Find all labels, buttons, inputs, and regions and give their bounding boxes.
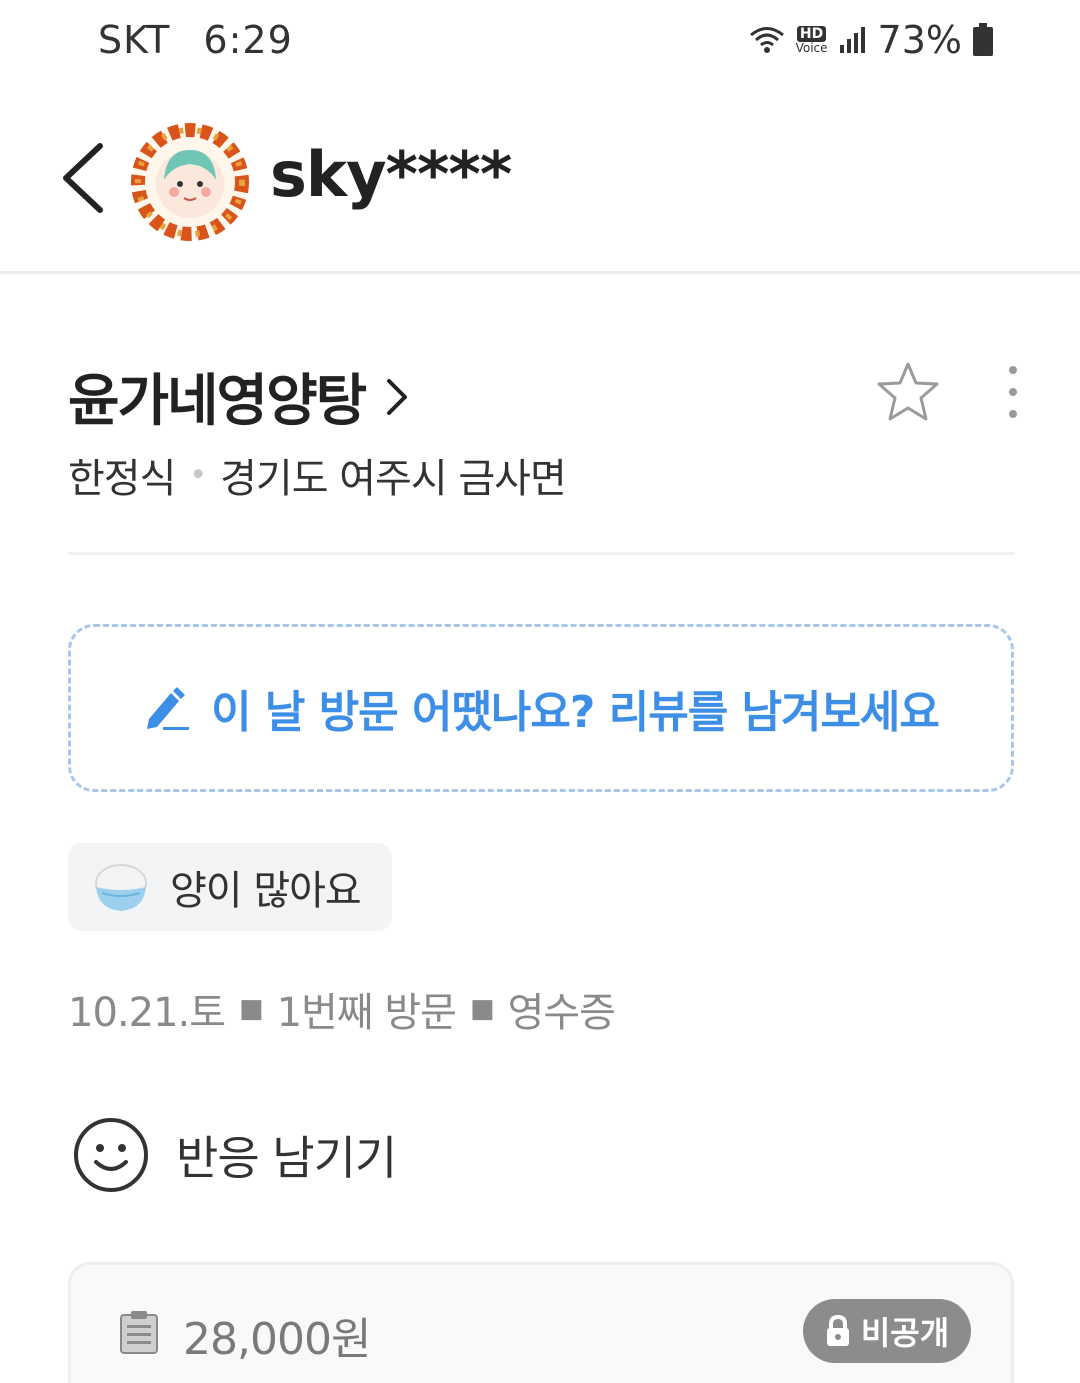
visit-proof: 영수증 [507,990,616,1036]
battery-icon [973,23,993,56]
restaurant-location: 경기도 여주시 금사면 [220,456,567,502]
smiley-icon [74,1118,148,1192]
restaurant-category: 한정식 [68,456,176,502]
chevron-right-icon [387,378,408,415]
reaction-button[interactable]: 반응 남기기 [72,1116,397,1194]
restaurant-name: 윤가네영양탕 [68,369,367,434]
battery-percent: 73% [877,18,962,62]
meta-separator: • [189,457,207,493]
restaurant-meta: 한정식 • 경기도 여주시 금사면 [68,446,567,504]
rice-bowl-icon [95,864,147,911]
meta-separator: ■ [469,994,495,1024]
hd-label: HD [796,26,827,42]
reaction-label: 반응 남기기 [176,1131,397,1185]
status-bar: SKT 6:29 HD Voice 73% [0,0,1080,86]
restaurant-title-link[interactable]: 윤가네영양탕 [68,356,411,437]
avatar[interactable] [128,120,252,244]
review-tag-chip: 양이 많아요 [68,843,392,931]
section-divider [68,552,1014,555]
back-button[interactable] [56,138,110,218]
receipt-price: 28,000원 [183,1314,371,1365]
status-right: HD Voice 73% [748,18,994,62]
voice-label: Voice [795,41,828,55]
wifi-icon [749,27,784,53]
review-prompt-text: 이 날 방문 어땠나요? 리뷰를 남겨보세요 [211,687,940,738]
tag-text: 양이 많아요 [170,868,362,914]
hd-voice-icon: HD Voice [796,26,828,54]
user-name: sky**** [270,138,512,211]
signal-icon [839,27,865,53]
visit-count: 1번째 방문 [276,990,457,1036]
app-header: sky**** [0,86,1080,274]
more-options-icon[interactable] [996,362,1030,422]
receipt-card: 28,000원 비공개 [68,1262,1014,1383]
clipboard-icon [120,1311,158,1354]
visibility-label: 비공개 [860,1314,950,1352]
visit-date: 10.21.토 [68,990,226,1036]
visibility-badge[interactable]: 비공개 [803,1299,971,1363]
write-review-button[interactable]: 이 날 방문 어땠나요? 리뷰를 남겨보세요 [68,624,1014,792]
meta-separator: ■ [239,994,264,1024]
lock-icon [826,1315,849,1346]
clock: 6:29 [203,18,293,62]
pencil-icon [147,687,190,730]
star-icon[interactable] [874,360,942,424]
carrier-label: SKT [98,18,171,62]
status-left: SKT 6:29 [98,18,313,62]
visit-meta: 10.21.토 ■ 1번째 방문 ■ 영수증 [68,980,616,1038]
